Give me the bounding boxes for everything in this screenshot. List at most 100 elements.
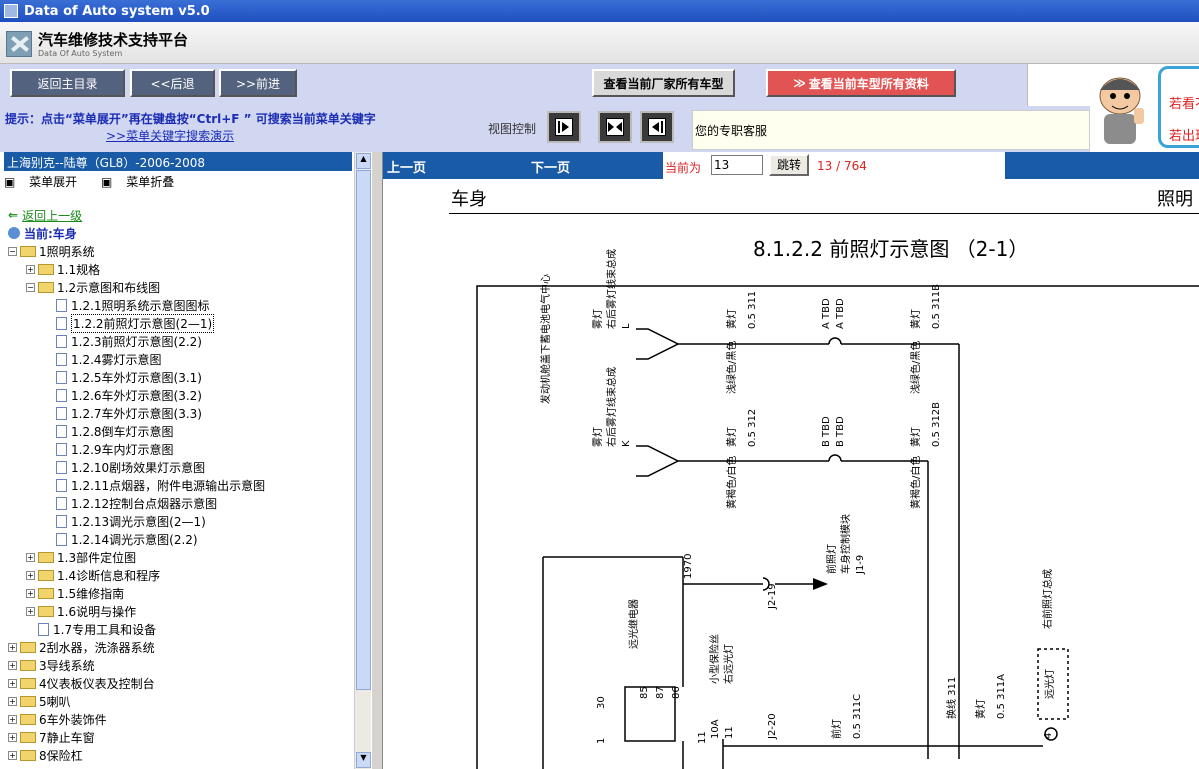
diagram-label: J2-20 xyxy=(767,713,778,740)
tree-node-label: 1.2.9车内灯示意图 xyxy=(71,442,174,457)
current-page-label: 当前为 xyxy=(665,161,702,175)
forward-button[interactable]: >>前进 xyxy=(219,69,297,97)
tree-document[interactable]: 1.2.4雾灯示意图 xyxy=(44,350,162,368)
scroll-up-icon[interactable]: ▲ xyxy=(356,153,371,169)
tree-folder[interactable]: +1.4诊断信息和程序 xyxy=(26,566,160,584)
folder-icon xyxy=(20,695,36,707)
folder-icon xyxy=(20,749,36,761)
expand-node-icon[interactable]: + xyxy=(26,570,35,580)
tree-document[interactable]: 1.2.9车内灯示意图 xyxy=(44,440,174,458)
double-chevron-icon: ≫ xyxy=(793,76,806,90)
tree-node-label: 1.1规格 xyxy=(57,262,101,277)
menu-tree: ⇐ 返回上一级 当前:车身 −1照明系统 +1.1规格 −1.2示意图和布线图 1.2… xyxy=(4,204,352,769)
tree-document[interactable]: 1.7专用工具和设备 xyxy=(26,620,156,638)
vehicle-model-header: 上海别克--陆尊（GL8）-2006-2008 xyxy=(4,152,352,171)
expand-node-icon[interactable]: + xyxy=(26,552,35,562)
back-up-link[interactable]: ⇐ 返回上一级 xyxy=(8,206,82,224)
back-button[interactable]: <<后退 xyxy=(130,69,215,97)
tree-document[interactable]: 1.2.8倒车灯示意图 xyxy=(44,422,174,440)
panel-splitter[interactable] xyxy=(371,152,383,769)
tree-folder[interactable]: +2刮水器，洗涤器系统 xyxy=(8,638,155,656)
tree-folder[interactable]: +8保险杠 xyxy=(8,746,83,764)
tree-folder[interactable]: +4仪表板仪表及控制台 xyxy=(8,674,155,692)
expand-node-icon[interactable]: + xyxy=(26,606,35,616)
diagram-label: K xyxy=(621,440,632,447)
tree-folder[interactable]: − 1.2示意图和布线图 xyxy=(26,278,160,296)
tree-folder[interactable]: +1.6说明与操作 xyxy=(26,602,136,620)
diagram-label: 换线 311 xyxy=(945,677,958,719)
diagram-label: 黄褐色/白色 xyxy=(725,456,738,509)
expand-node-icon[interactable]: + xyxy=(8,642,17,652)
view-all-model-data-button[interactable]: ≫ 查看当前车型所有资料 xyxy=(766,69,956,97)
prev-page-button[interactable]: 上一页 xyxy=(387,157,426,176)
diagram-label: 黄褐色/白色 xyxy=(909,456,922,509)
expand-node-icon[interactable]: + xyxy=(8,696,17,706)
tree-scrollbar[interactable]: ▲ ▼ xyxy=(354,152,371,769)
collapse-left-icon xyxy=(648,118,666,136)
document-icon xyxy=(56,424,67,438)
scroll-down-icon[interactable]: ▼ xyxy=(356,752,371,768)
diagram-label: 0.5 312 xyxy=(747,409,758,447)
document-icon xyxy=(38,622,49,636)
brand-subtitle: Data Of Auto System xyxy=(38,49,123,58)
folder-icon xyxy=(38,569,54,581)
expand-node-icon[interactable]: + xyxy=(8,714,17,724)
expand-node-icon[interactable]: + xyxy=(8,660,17,670)
page-jump-panel: 当前为 跳转 13 / 764 xyxy=(663,152,1005,179)
next-page-button[interactable]: 下一页 xyxy=(531,157,570,176)
document-icon xyxy=(56,352,67,366)
document-icon xyxy=(56,388,67,402)
view-maker-models-button[interactable]: 查看当前厂家所有车型 xyxy=(592,69,735,97)
folder-icon xyxy=(20,641,36,653)
collapse-menu-option[interactable]: ▣ 菜单折叠 xyxy=(101,175,184,189)
tree-node-label: 1.2.2前照灯示意图(2—1) xyxy=(71,313,215,333)
tree-folder[interactable]: +3导线系统 xyxy=(8,656,95,674)
expand-node-icon[interactable]: + xyxy=(8,750,17,760)
tree-document[interactable]: 1.2.14调光示意图(2.2) xyxy=(44,530,198,548)
tree-folder[interactable]: +1.3部件定位图 xyxy=(26,548,136,566)
expand-menu-option[interactable]: ▣ 菜单展开 xyxy=(4,175,87,189)
tree-document[interactable]: 1.2.12控制台点烟器示意图 xyxy=(44,494,217,512)
tree-folder[interactable]: +6车外装饰件 xyxy=(8,710,107,728)
search-demo-link[interactable]: >>菜单关键字搜索演示 xyxy=(106,127,234,144)
document-viewer: 车身 照明 8.1.2.2 前照灯示意图 （2-1） 雾灯 右后雾灯线束总成 L… xyxy=(383,179,1199,769)
jump-button[interactable]: 跳转 xyxy=(769,154,809,176)
collapse-node-icon[interactable]: − xyxy=(8,246,17,256)
split-view-button[interactable] xyxy=(598,111,632,143)
collapse-node-icon[interactable]: − xyxy=(26,282,35,292)
tree-folder[interactable]: +1.5维修指南 xyxy=(26,584,124,602)
collapse-icon: ▣ xyxy=(101,175,113,189)
tree-document[interactable]: 1.2.2前照灯示意图(2—1) xyxy=(44,313,215,333)
folder-icon xyxy=(20,731,36,743)
tree-document[interactable]: 1.2.5车外灯示意图(3.1) xyxy=(44,368,202,386)
expand-view-button[interactable] xyxy=(547,111,581,143)
tree-document[interactable]: 1.2.6车外灯示意图(3.2) xyxy=(44,386,202,404)
folder-icon xyxy=(20,713,36,725)
tree-folder[interactable]: +1.1规格 xyxy=(26,260,100,278)
diagram-label: 87 xyxy=(655,686,666,699)
tree-folder[interactable]: +7静止车窗 xyxy=(8,728,95,746)
expand-node-icon[interactable]: + xyxy=(26,588,35,598)
page-number-input[interactable] xyxy=(711,155,763,175)
expand-node-icon[interactable]: + xyxy=(26,264,35,274)
home-button[interactable]: 返回主目录 xyxy=(10,69,125,97)
tree-folder[interactable]: − 1照明系统 xyxy=(8,242,95,260)
window-titlebar: Data of Auto system v5.0 xyxy=(0,0,1199,22)
wiring-diagram: 雾灯 右后雾灯线束总成 L 黄灯 0.5 311浅绿色/黑色A TBD A TBD 黄灯 0.… xyxy=(476,249,1199,769)
diagram-label: 雾灯 xyxy=(592,427,604,447)
tree-folder[interactable]: +5喇叭 xyxy=(8,692,71,710)
view-all-model-data-label: 查看当前车型所有资料 xyxy=(808,76,929,91)
expand-node-icon[interactable]: + xyxy=(8,678,17,688)
tree-document[interactable]: 1.2.1照明系统示意图图标 xyxy=(44,296,210,314)
collapse-view-button[interactable] xyxy=(640,111,674,143)
diagram-label: 前灯 xyxy=(830,719,843,739)
tree-document[interactable]: 1.2.11点烟器，附件电源输出示意图 xyxy=(44,476,265,494)
tree-document[interactable]: 1.2.7车外灯示意图(3.3) xyxy=(44,404,202,422)
expand-node-icon[interactable]: + xyxy=(8,732,17,742)
scroll-thumb[interactable] xyxy=(356,170,371,690)
customer-service-panel[interactable]: 您的专职客服 xyxy=(692,110,1090,150)
tree-document[interactable]: 1.2.13调光示意图(2—1) xyxy=(44,512,206,530)
tree-document[interactable]: 1.2.3前照灯示意图(2.2) xyxy=(44,332,202,350)
document-icon xyxy=(56,478,67,492)
tree-document[interactable]: 1.2.10剧场效果灯示意图 xyxy=(44,458,205,476)
